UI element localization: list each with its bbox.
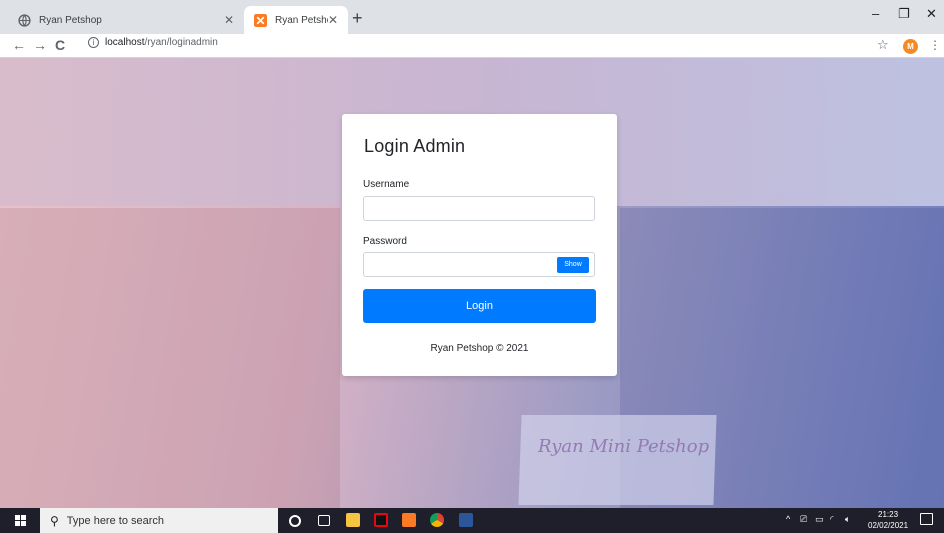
windows-taskbar: ⚲ Type here to search ^ ⎚ ▭ ◜ 🔈︎ 21:23 0… <box>0 508 944 533</box>
restore-icon[interactable]: ❐ <box>898 6 910 22</box>
username-input[interactable] <box>363 196 595 221</box>
battery-icon[interactable]: ▭ <box>815 514 824 525</box>
tab-ryan-petshop-2[interactable]: Ryan Petshop ✕ <box>244 6 348 34</box>
forward-icon[interactable]: → <box>33 37 47 53</box>
background-sign <box>518 415 717 505</box>
chrome-icon[interactable] <box>430 513 444 527</box>
url-path: /ryan/loginadmin <box>144 37 218 48</box>
tab-title: Ryan Petshop <box>275 14 328 26</box>
reload-icon[interactable]: C <box>55 37 65 53</box>
wifi-icon[interactable]: ◜ <box>830 514 834 525</box>
windows-start-icon[interactable] <box>15 515 26 526</box>
xampp-icon[interactable] <box>402 513 416 527</box>
browser-menu-icon[interactable]: ⋮ <box>929 38 941 52</box>
address-bar[interactable]: i localhost/ryan/loginadmin <box>88 37 218 48</box>
login-button[interactable]: Login <box>363 289 596 323</box>
close-window-icon[interactable]: ✕ <box>926 6 937 22</box>
search-icon: ⚲ <box>50 513 59 528</box>
word-icon[interactable] <box>459 513 473 527</box>
clock-time: 21:23 <box>878 510 899 519</box>
password-label: Password <box>363 236 407 247</box>
show-password-button[interactable]: Show <box>557 257 589 273</box>
username-label: Username <box>363 179 410 190</box>
login-footer: Ryan Petshop © 2021 <box>430 343 529 354</box>
tray-app-icon[interactable]: ⎚ <box>800 514 807 525</box>
bookmark-star-icon[interactable]: ☆ <box>877 37 889 53</box>
url-host: localhost <box>105 37 145 48</box>
login-card: Login Admin Username Password Show Login… <box>342 114 617 376</box>
taskbar-search-box[interactable]: ⚲ Type here to search <box>40 508 278 533</box>
minimize-icon[interactable]: – <box>872 6 879 21</box>
new-tab-icon[interactable]: + <box>352 8 363 29</box>
login-title: Login Admin <box>364 136 466 156</box>
close-tab-icon[interactable]: ✕ <box>224 13 234 27</box>
close-tab-icon[interactable]: ✕ <box>328 13 338 27</box>
info-icon[interactable]: i <box>88 37 99 48</box>
clock-date: 02/02/2021 <box>868 521 909 530</box>
task-view-icon[interactable] <box>318 515 330 526</box>
page-background: Ryan Mini Petshop Login Admin Username P… <box>0 58 944 508</box>
tab-ryan-petshop-1[interactable]: Ryan Petshop ✕ <box>8 6 244 34</box>
file-explorer-icon[interactable] <box>346 513 360 527</box>
netflix-icon[interactable] <box>374 513 388 527</box>
profile-avatar[interactable]: M <box>903 39 918 54</box>
globe-icon <box>18 13 31 27</box>
taskbar-clock[interactable]: 21:23 02/02/2021 <box>868 509 908 531</box>
browser-toolbar: ← → C i localhost/ryan/loginadmin ☆ M ⋮ <box>0 34 944 58</box>
tab-title: Ryan Petshop <box>39 14 102 26</box>
volume-icon[interactable]: 🔈︎ <box>845 514 850 525</box>
browser-tab-strip: Ryan Petshop ✕ Ryan Petshop ✕ + – ❐ ✕ <box>0 0 944 34</box>
xampp-icon <box>254 13 267 27</box>
back-icon[interactable]: ← <box>12 37 26 53</box>
notification-center-icon[interactable] <box>920 513 933 525</box>
background-sign-text: Ryan Mini Petshop <box>538 436 710 457</box>
search-placeholder: Type here to search <box>66 514 165 527</box>
cortana-icon[interactable] <box>289 515 301 527</box>
tray-chevron-icon[interactable]: ^ <box>786 514 790 524</box>
background-shop-image <box>0 208 340 508</box>
